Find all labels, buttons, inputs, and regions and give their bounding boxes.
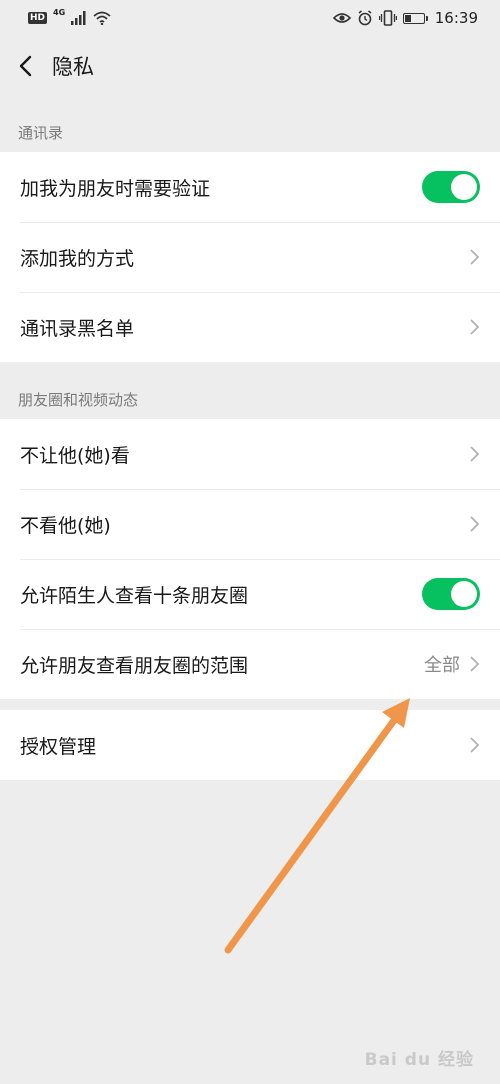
- page-title: 隐私: [52, 55, 94, 79]
- row-hide-from[interactable]: 不让他(她)看: [0, 419, 500, 489]
- alarm-icon: [358, 10, 372, 26]
- row-auth-manage[interactable]: 授权管理: [0, 710, 500, 780]
- row-dont-see[interactable]: 不看他(她): [0, 489, 500, 559]
- network-type: 4G: [53, 7, 66, 17]
- chevron-right-icon: [470, 656, 480, 672]
- back-button[interactable]: [0, 36, 50, 96]
- row-label: 授权管理: [20, 735, 97, 758]
- hd-badge: HD: [28, 12, 48, 24]
- row-friend-verification[interactable]: 加我为朋友时需要验证: [0, 152, 500, 222]
- chevron-right-icon: [470, 737, 480, 753]
- toggle-knob: [451, 581, 477, 607]
- chevron-right-icon: [470, 446, 480, 462]
- battery-icon: [402, 12, 428, 24]
- status-left: HD 4G: [28, 7, 111, 25]
- watermark-text: Bai du 经验: [364, 1050, 474, 1070]
- chevron-right-icon: [470, 249, 480, 265]
- watermark-logo: Bai du 经验: [365, 1045, 474, 1070]
- row-label: 允许朋友查看朋友圈的范围: [20, 654, 249, 677]
- row-add-methods[interactable]: 添加我的方式: [0, 222, 500, 292]
- group-auth: 授权管理: [0, 710, 500, 780]
- row-label: 允许陌生人查看十条朋友圈: [20, 584, 249, 607]
- status-bar: HD 4G 16:39: [0, 0, 500, 36]
- section-header-contacts: 通讯录: [18, 124, 64, 142]
- row-label: 不让他(她)看: [20, 444, 130, 467]
- vibrate-icon: [378, 10, 397, 26]
- row-label: 添加我的方式: [20, 247, 135, 270]
- eye-icon: [332, 13, 351, 23]
- title-bar: 隐私: [0, 36, 500, 96]
- wifi-icon: [93, 11, 111, 25]
- row-moments-range[interactable]: 允许朋友查看朋友圈的范围 全部: [0, 629, 500, 699]
- strangers-view-toggle[interactable]: [422, 578, 480, 610]
- moments-range-value: 全部: [424, 655, 460, 676]
- row-label: 通讯录黑名单: [20, 317, 135, 340]
- signal-icon: [71, 11, 86, 25]
- row-blacklist[interactable]: 通讯录黑名单: [0, 292, 500, 362]
- clock: 16:39: [434, 9, 478, 27]
- row-label: 不看他(她): [20, 514, 111, 537]
- row-right: 全部: [424, 651, 480, 677]
- status-right: 16:39: [332, 9, 478, 27]
- row-strangers-view[interactable]: 允许陌生人查看十条朋友圈: [0, 559, 500, 629]
- group-contacts: 加我为朋友时需要验证 添加我的方式 通讯录黑名单: [0, 152, 500, 362]
- group-moments: 不让他(她)看 不看他(她) 允许陌生人查看十条朋友圈 允许朋友查看朋友圈的范围…: [0, 419, 500, 699]
- friend-verification-toggle[interactable]: [422, 171, 480, 203]
- section-header-moments: 朋友圈和视频动态: [18, 391, 139, 409]
- row-label: 加我为朋友时需要验证: [20, 177, 211, 200]
- chevron-right-icon: [470, 319, 480, 335]
- back-arrow-icon: [19, 55, 32, 77]
- chevron-right-icon: [470, 516, 480, 532]
- toggle-knob: [451, 174, 477, 200]
